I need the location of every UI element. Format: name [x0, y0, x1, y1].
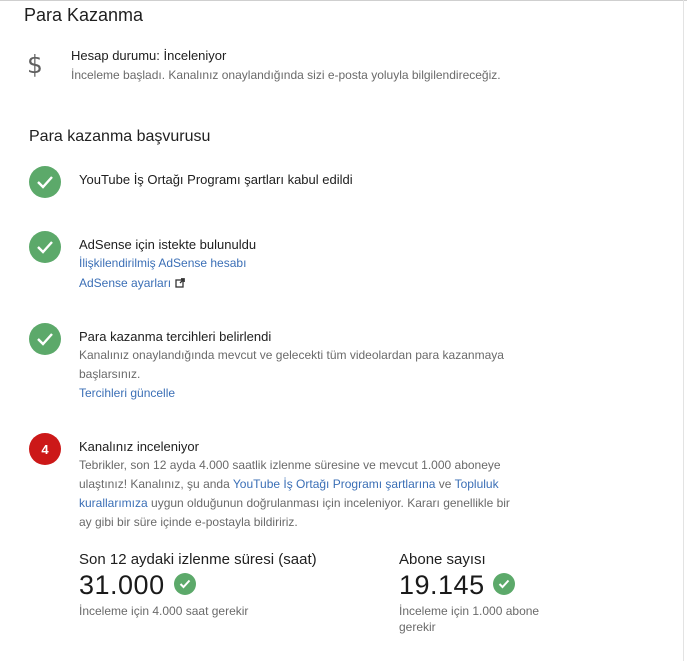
subscribers-label: Abone sayısı — [399, 551, 486, 568]
desc-line: Tebrikler, son 12 ayda 4.000 saatlik izl… — [79, 458, 501, 472]
dollar-icon: $ — [27, 50, 43, 79]
account-status-description: İnceleme başladı. Kanalınız onaylandığın… — [71, 68, 501, 82]
check-icon — [29, 166, 61, 198]
section-title: Para kazanma başvurusu — [29, 128, 211, 145]
step-review-description: Tebrikler, son 12 ayda 4.000 saatlik izl… — [79, 456, 549, 532]
external-link-icon — [175, 277, 185, 291]
linked-adsense-account-link[interactable]: İlişkilendirilmiş AdSense hesabı — [79, 256, 246, 270]
community-guidelines-link-cont[interactable]: kurallarımıza — [79, 496, 148, 510]
req-line: gerekir — [399, 620, 436, 634]
desc-text: ulaştınız! Kanalınız, şu anda — [79, 477, 233, 491]
desc-text: uygun olduğunun doğrulanması için incele… — [147, 496, 510, 510]
adsense-settings-label: AdSense ayarları — [79, 276, 172, 290]
check-icon — [174, 573, 196, 595]
req-line: İnceleme için 1.000 abone — [399, 604, 540, 618]
ypp-terms-link[interactable]: YouTube İş Ortağı Programı şartlarına — [233, 477, 436, 491]
step-number-badge: 4 — [29, 433, 61, 465]
desc-line: Kanalınız onaylandığında mevcut ve gelec… — [79, 348, 504, 362]
check-icon — [493, 573, 515, 595]
desc-line: kurallarımıza uygun olduğunun doğrulanma… — [79, 494, 549, 513]
step-terms-title: YouTube İş Ortağı Programı şartları kabu… — [79, 172, 353, 187]
community-guidelines-link[interactable]: Topluluk — [455, 477, 499, 491]
adsense-settings-link[interactable]: AdSense ayarları — [79, 276, 185, 291]
desc-line: başlarsınız. — [79, 367, 141, 381]
watch-hours-requirement: İnceleme için 4.000 saat gerekir — [79, 604, 249, 618]
page-title: Para Kazanma — [24, 5, 144, 25]
step-adsense-title: AdSense için istekte bulunuldu — [79, 237, 257, 252]
right-divider — [683, 0, 684, 661]
update-preferences-link[interactable]: Tercihleri güncelle — [79, 386, 175, 400]
watch-hours-label: Son 12 aydaki izlenme süresi (saat) — [79, 551, 317, 568]
step-preferences-description: Kanalınız onaylandığında mevcut ve gelec… — [79, 346, 549, 384]
check-icon — [29, 323, 61, 355]
desc-line: ay gibi bir süre içinde e-postayla bildi… — [79, 515, 298, 529]
desc-line: ulaştınız! Kanalınız, şu anda YouTube İş… — [79, 475, 549, 494]
top-divider — [0, 0, 687, 1]
subscribers-requirement: İnceleme için 1.000 abone gerekir — [399, 603, 539, 635]
watch-hours-value: 31.000 — [79, 570, 165, 600]
step-review-title: Kanalınız inceleniyor — [79, 439, 199, 454]
desc-text: ve — [435, 477, 455, 491]
subscribers-value: 19.145 — [399, 570, 485, 600]
account-status-title: Hesap durumu: İnceleniyor — [71, 48, 227, 63]
step-preferences-title: Para kazanma tercihleri belirlendi — [79, 329, 272, 344]
check-icon — [29, 231, 61, 263]
